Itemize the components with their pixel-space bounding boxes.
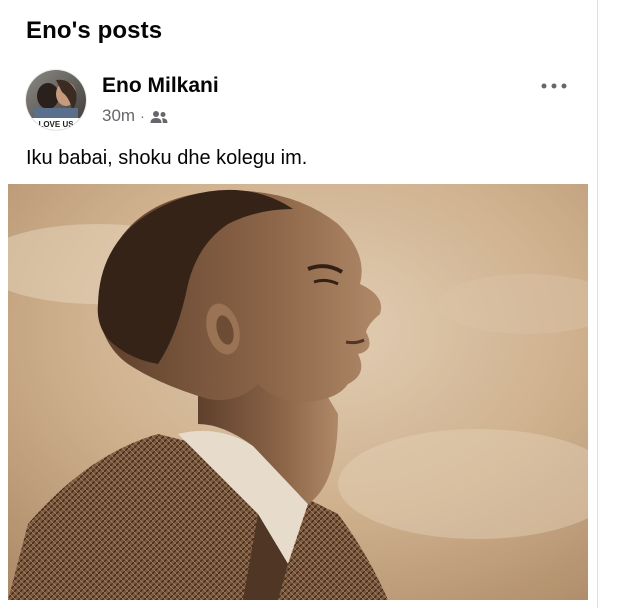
section-title: Eno's posts [26,17,163,44]
post-photo-image [8,184,588,600]
post-text: Iku babai, shoku dhe kolegu im. [26,147,308,169]
post-meta: 30m · [102,106,168,126]
friends-icon[interactable] [150,109,168,123]
more-options-button[interactable] [536,72,572,100]
author-name[interactable]: Eno Milkani [102,74,219,98]
more-horizontal-icon [541,83,567,89]
meta-separator: · [140,108,145,124]
post-photo[interactable] [8,184,588,600]
timestamp[interactable]: 30m [102,106,135,126]
avatar-image: LOVE US [26,70,86,130]
avatar[interactable]: LOVE US [26,70,86,130]
right-divider [597,0,598,608]
post-header: LOVE US Eno Milkani 30m · [26,70,576,130]
svg-text:LOVE US: LOVE US [38,120,74,129]
